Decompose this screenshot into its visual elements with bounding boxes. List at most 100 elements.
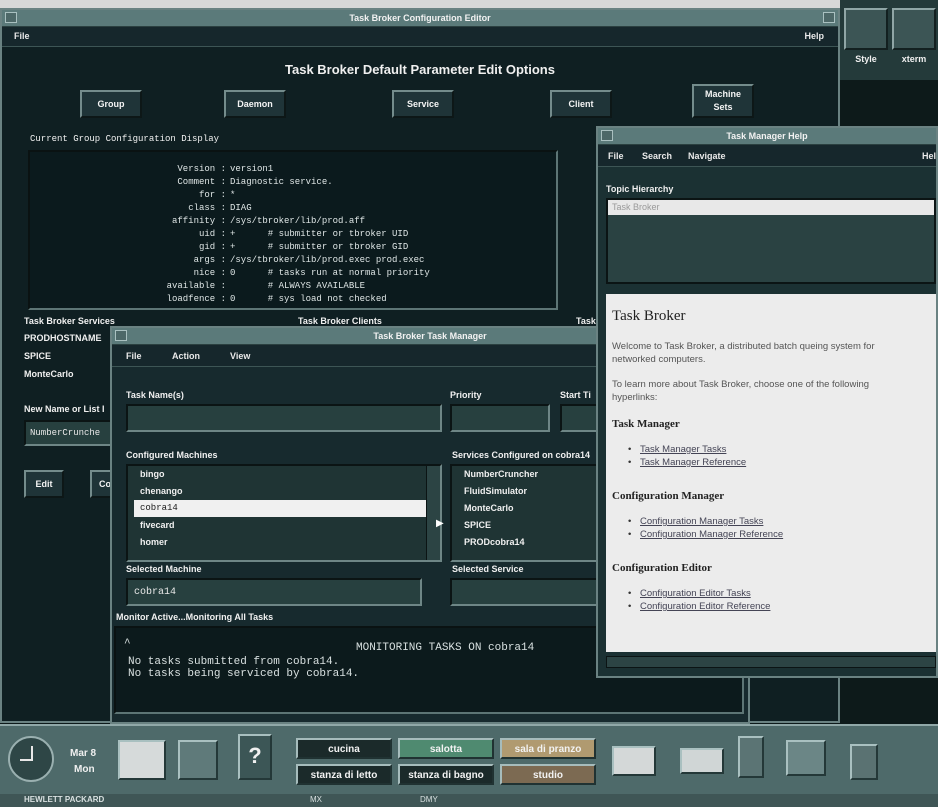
list-item[interactable]: bingo: [134, 466, 440, 483]
document-icon[interactable]: [738, 736, 764, 778]
scrollbar[interactable]: [426, 466, 440, 560]
topic-item[interactable]: Task Broker: [608, 200, 934, 215]
list-item[interactable]: PRODHOSTNAME: [24, 333, 102, 343]
workspace-button[interactable]: cucina: [296, 738, 392, 759]
selected-machine-label: Selected Machine: [126, 564, 202, 574]
help-section-title: Configuration Manager: [612, 490, 725, 502]
machines-list-items: bingo chenango cobra14 fivecard homer: [128, 466, 440, 547]
desktop-side-strip: Style xterm: [840, 0, 938, 80]
config-value: 0 # sys load not checked: [230, 294, 387, 304]
config-editor-titlebar[interactable]: Task Broker Configuration Editor: [2, 10, 838, 27]
tab-daemon[interactable]: Daemon: [224, 90, 286, 118]
help-link[interactable]: Task Manager Reference: [640, 457, 746, 468]
style-manager-icon[interactable]: [178, 740, 218, 780]
trash-icon[interactable]: [850, 744, 878, 780]
config-row: class : DIAG: [30, 203, 550, 214]
config-value: DIAG: [230, 203, 252, 213]
workspace-button[interactable]: stanza di letto: [296, 764, 392, 785]
list-item[interactable]: PRODcobra14: [458, 534, 600, 551]
tab-machine-sets[interactable]: Machine Sets: [692, 84, 754, 118]
config-editor-title: Task Broker Configuration Editor: [349, 13, 491, 23]
help-link[interactable]: Configuration Manager Tasks: [640, 516, 763, 527]
bullet-icon: •: [628, 457, 632, 468]
page-title: Task Broker Default Parameter Edit Optio…: [285, 62, 555, 77]
config-row: for : *: [30, 190, 550, 201]
config-value: Diagnostic service.: [230, 177, 333, 187]
tab-service[interactable]: Service: [392, 90, 454, 118]
window-menu-button[interactable]: [5, 12, 17, 23]
list-item[interactable]: FluidSimulator: [458, 483, 600, 500]
config-value: 0 # tasks run at normal priority: [230, 268, 430, 278]
help-section-title: Task Manager: [612, 418, 680, 430]
topic-hierarchy-list[interactable]: Task Broker: [606, 198, 936, 284]
priority-label: Priority: [450, 390, 482, 400]
workspace-button[interactable]: sala di pranzo: [500, 738, 596, 759]
menu-file[interactable]: File: [608, 145, 624, 167]
machines-list[interactable]: bingo chenango cobra14 fivecard homer: [126, 464, 442, 562]
list-item[interactable]: cobra14: [134, 500, 440, 517]
start-time-input[interactable]: [560, 404, 600, 432]
config-key: loadfence :: [166, 294, 226, 304]
editor-icon[interactable]: [786, 740, 826, 776]
clients-label: Task Broker Clients: [298, 316, 382, 326]
help-section-title: Configuration Editor: [612, 562, 712, 574]
monitor-line: MONITORING TASKS ON cobra14: [356, 642, 535, 654]
config-row: Comment : Diagnostic service.: [30, 177, 550, 188]
bullet-icon: •: [628, 516, 632, 527]
help-horizontal-scrollbar[interactable]: [606, 656, 936, 668]
selected-machine-field[interactable]: cobra14: [126, 578, 422, 606]
monitor-line: No tasks being serviced by cobra14.: [128, 668, 360, 680]
list-item[interactable]: chenango: [134, 483, 440, 500]
tab-client[interactable]: Client: [550, 90, 612, 118]
clock-hand: [20, 759, 33, 761]
new-name-field[interactable]: NumberCrunche: [24, 420, 116, 446]
menu-file[interactable]: File: [14, 27, 30, 46]
list-item[interactable]: MonteCarlo: [24, 369, 74, 379]
list-item[interactable]: SPICE: [458, 517, 600, 534]
workspace-button[interactable]: salotta: [398, 738, 494, 759]
clock-icon[interactable]: [8, 736, 54, 782]
menu-search[interactable]: Search: [642, 145, 672, 167]
list-item[interactable]: SPICE: [24, 351, 51, 361]
selected-service-field[interactable]: [450, 578, 600, 606]
style-manager-icon[interactable]: [844, 8, 888, 50]
workspace-button[interactable]: studio: [500, 764, 596, 785]
config-row: gid : + # submitter or tbroker GID: [30, 242, 550, 253]
maximize-button[interactable]: [823, 12, 835, 23]
help-icon[interactable]: ?: [238, 734, 272, 780]
help-link[interactable]: Task Manager Tasks: [640, 444, 726, 455]
terminal-icon[interactable]: [892, 8, 936, 50]
tab-group[interactable]: Group: [80, 90, 142, 118]
task-name-label: Task Name(s): [126, 390, 184, 400]
priority-input[interactable]: [450, 404, 550, 432]
task-name-input[interactable]: [126, 404, 442, 432]
edit-button[interactable]: Edit: [24, 470, 64, 498]
help-titlebar[interactable]: Task Manager Help: [598, 128, 936, 145]
window-menu-button[interactable]: [601, 130, 613, 141]
bottom-strip: HEWLETT PACKARD MX DMY: [0, 794, 938, 807]
help-link[interactable]: Configuration Editor Reference: [640, 601, 770, 612]
workspace-button[interactable]: stanza di bagno: [398, 764, 494, 785]
menu-navigate[interactable]: Navigate: [688, 145, 726, 167]
config-row: loadfence : 0 # sys load not checked: [30, 294, 550, 305]
list-item[interactable]: fivecard: [134, 517, 440, 534]
printer-icon[interactable]: [612, 746, 656, 776]
menu-help[interactable]: Help: [804, 27, 824, 46]
list-item[interactable]: NumberCruncher: [458, 466, 600, 483]
menu-view[interactable]: View: [230, 345, 250, 367]
file-manager-icon[interactable]: [118, 740, 166, 780]
list-item[interactable]: MonteCarlo: [458, 500, 600, 517]
services-list[interactable]: NumberCruncher FluidSimulator MonteCarlo SP…: [450, 464, 600, 562]
selected-service-label: Selected Service: [452, 564, 524, 574]
window-menu-button[interactable]: [115, 330, 127, 341]
menu-file[interactable]: File: [126, 345, 142, 367]
services-list[interactable]: PRODHOSTNAME SPICE MonteCarlo: [24, 329, 114, 385]
menu-action[interactable]: Action: [172, 345, 200, 367]
calendar-date[interactable]: Mar 8: [70, 748, 96, 759]
help-link[interactable]: Configuration Manager Reference: [640, 529, 783, 540]
list-item[interactable]: homer: [134, 534, 440, 551]
mail-icon[interactable]: [680, 748, 724, 774]
menu-help[interactable]: Hel: [922, 145, 936, 167]
help-link[interactable]: Configuration Editor Tasks: [640, 588, 751, 599]
config-row: uid : + # submitter or tbroker UID: [30, 229, 550, 240]
